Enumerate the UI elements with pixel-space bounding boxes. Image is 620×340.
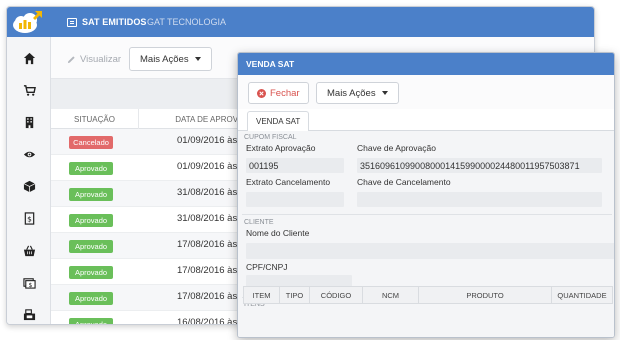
sidebar-item-view[interactable]	[7, 139, 51, 169]
tab-sat-emitidos-label: SAT EMITIDOS	[82, 17, 147, 27]
close-icon	[257, 88, 266, 98]
status-badge: Aprovado	[69, 292, 113, 305]
top-bar: SAT EMITIDOS GAT TECNOLOGIA	[7, 7, 594, 37]
dialog-mais-acoes-label: Mais Ações	[327, 87, 376, 99]
dialog-toolbar: Fechar Mais Ações	[238, 75, 614, 109]
column-header-situacao[interactable]: SITUAÇÃO	[51, 109, 139, 129]
chave-aprovacao-label: Chave de Aprovação	[357, 143, 436, 153]
column-header-ncm[interactable]: NCM	[363, 287, 419, 303]
sidebar-item-basket[interactable]	[7, 235, 51, 265]
nome-cliente-label: Nome do Cliente	[246, 228, 310, 238]
cash-register-icon	[23, 308, 35, 320]
money-icon: $	[22, 277, 36, 289]
sidebar-item-register[interactable]	[7, 299, 51, 324]
column-header-item[interactable]: ITEM	[244, 287, 280, 303]
cart-icon	[23, 84, 36, 96]
itens-table-header: ITEM TIPO CÓDIGO NCM PRODUTO QUANTIDADE	[243, 286, 613, 304]
dialog-mais-acoes-button[interactable]: Mais Ações	[316, 82, 399, 104]
venda-sat-dialog: VENDA SAT Fechar Mais Ações VENDA SAT CU…	[237, 52, 615, 338]
svg-text:$: $	[28, 282, 32, 289]
status-badge: Cancelado	[69, 136, 113, 149]
fechar-button[interactable]: Fechar	[248, 82, 309, 104]
document-icon	[67, 17, 77, 27]
sidebar-item-money[interactable]: $	[7, 267, 51, 297]
status-badge: Aprovado	[69, 214, 113, 227]
sidebar: $ $	[7, 37, 51, 324]
tab-venda-sat[interactable]: VENDA SAT	[247, 111, 310, 132]
column-header-codigo[interactable]: CÓDIGO	[310, 287, 363, 303]
chave-cancelamento-field[interactable]	[357, 192, 602, 207]
column-header-produto[interactable]: PRODUTO	[419, 287, 552, 303]
chave-cancelamento-label: Chave de Cancelamento	[357, 177, 451, 187]
nome-cliente-field[interactable]	[246, 243, 614, 259]
visualizar-label: Visualizar	[80, 53, 122, 65]
status-badge: Aprovado	[69, 318, 113, 324]
caret-down-icon	[381, 91, 388, 95]
dialog-tabs: VENDA SAT	[238, 109, 614, 132]
status-badge: Aprovado	[69, 162, 113, 175]
basket-icon	[23, 245, 35, 256]
sidebar-item-cart[interactable]	[7, 75, 51, 105]
section-cliente: CLIENTE	[244, 219, 274, 226]
pencil-icon	[67, 55, 75, 63]
visualizar-button[interactable]: Visualizar	[61, 48, 127, 70]
divider	[242, 214, 612, 215]
extrato-cancelamento-field[interactable]	[246, 192, 344, 207]
extrato-cancelamento-label: Extrato Cancelamento	[246, 177, 331, 187]
sidebar-item-home[interactable]	[7, 43, 51, 73]
sidebar-item-finance[interactable]: $	[7, 203, 51, 233]
extrato-aprovacao-field[interactable]: 001195	[246, 158, 344, 173]
extrato-aprovacao-label: Extrato Aprovação	[246, 143, 316, 153]
caret-down-icon	[194, 57, 201, 61]
dialog-body: CUPOM FISCAL Extrato Aprovação 001195 Ch…	[238, 131, 614, 337]
sidebar-item-products[interactable]	[7, 171, 51, 201]
fechar-label: Fechar	[270, 87, 300, 99]
mais-acoes-label: Mais Ações	[140, 53, 189, 65]
box-icon	[23, 180, 35, 192]
cpf-cnpj-label: CPF/CNPJ	[246, 262, 288, 272]
app-logo[interactable]	[11, 9, 45, 35]
column-header-quantidade[interactable]: QUANTIDADE	[552, 287, 612, 303]
mais-acoes-button[interactable]: Mais Ações	[129, 47, 212, 71]
section-cupom-fiscal: CUPOM FISCAL	[244, 134, 297, 141]
building-icon	[25, 116, 33, 128]
dollar-doc-icon: $	[24, 211, 34, 225]
column-header-tipo[interactable]: TIPO	[280, 287, 310, 303]
svg-text:$: $	[27, 214, 32, 223]
chave-aprovacao-field[interactable]: 3516096109900800014159900002448001195750…	[357, 158, 602, 173]
status-badge: Aprovado	[69, 188, 113, 201]
sidebar-item-building[interactable]	[7, 107, 51, 137]
company-name[interactable]: GAT TECNOLOGIA	[147, 7, 226, 37]
tab-sat-emitidos[interactable]: SAT EMITIDOS	[61, 7, 153, 37]
status-badge: Aprovado	[69, 240, 113, 253]
eye-icon	[23, 151, 35, 157]
home-icon	[23, 52, 35, 64]
dialog-title: VENDA SAT	[238, 53, 614, 75]
status-badge: Aprovado	[69, 266, 113, 279]
